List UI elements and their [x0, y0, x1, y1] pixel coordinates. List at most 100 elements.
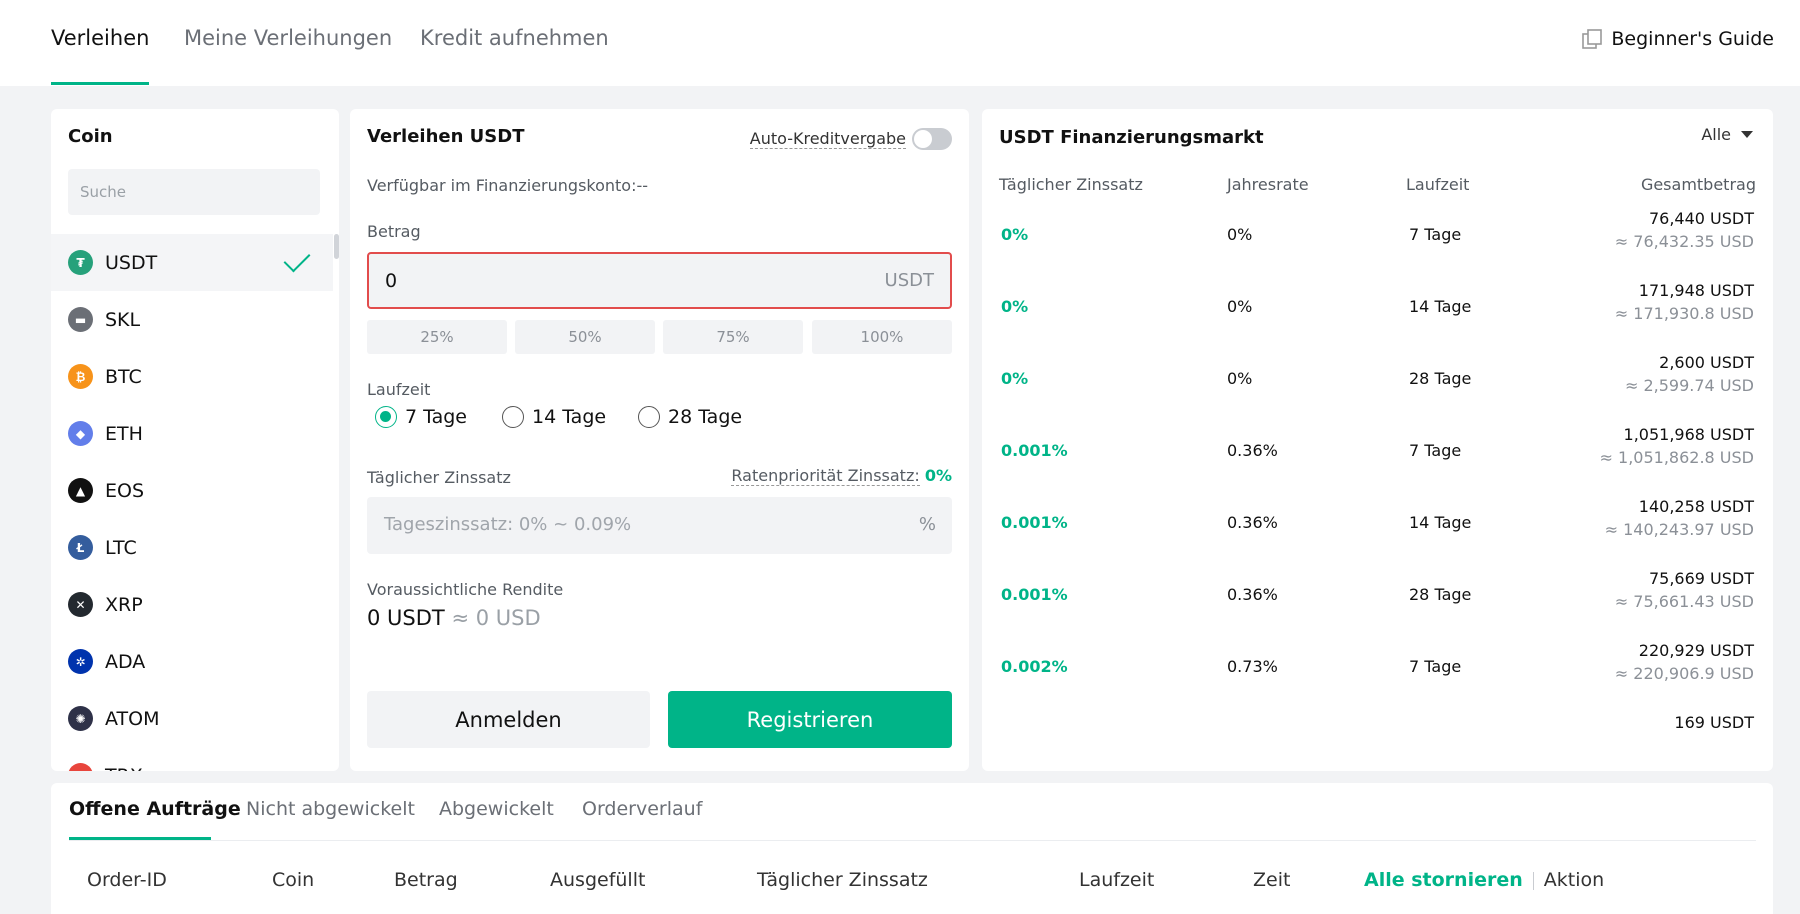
col-action: Aktion: [1543, 869, 1605, 891]
percent-75-button[interactable]: 75%: [663, 320, 803, 354]
market-row[interactable]: 0% 0% 28 Tage 2,600 USDT ≈ 2,599.74 USD: [982, 353, 1773, 425]
market-term: 14 Tage: [1409, 297, 1472, 316]
col-daily-rate: Täglicher Zinssatz: [999, 175, 1143, 194]
tab-order-history[interactable]: Orderverlauf: [582, 798, 702, 820]
market-amount: 169 USDT: [1674, 713, 1754, 731]
coin-item-ada[interactable]: ✲ ADA: [51, 633, 333, 690]
daily-rate-input[interactable]: Tageszinssatz: 0% ~ 0.09% %: [367, 497, 952, 554]
market-amount-usd: ≈ 76,432.35 USD: [1614, 232, 1754, 251]
orders-actions: Alle stornieren Aktion: [1364, 869, 1604, 891]
coin-name: XRP: [105, 593, 143, 616]
market-daily-rate: 0%: [1001, 297, 1029, 316]
auto-lending-label: Auto-Kreditvergabe: [749, 129, 906, 149]
financing-market-panel: USDT Finanzierungsmarkt Alle Täglicher Z…: [982, 109, 1773, 771]
col-coin: Coin: [272, 869, 315, 891]
top-nav: Verleihen Meine Verleihungen Kredit aufn…: [0, 0, 1800, 86]
market-row[interactable]: 0.001% 0.36% 14 Tage 140,258 USDT ≈ 140,243.…: [982, 497, 1773, 569]
ltc-coin-icon: Ł: [68, 535, 93, 560]
market-daily-rate: 0%: [1001, 225, 1029, 244]
daily-rate-placeholder: Tageszinssatz: 0% ~ 0.09%: [384, 514, 632, 535]
tab-unsettled[interactable]: Nicht abgewickelt: [246, 798, 415, 820]
radio-icon: [638, 406, 660, 428]
tab-borrow[interactable]: Kredit aufnehmen: [420, 26, 609, 50]
coin-item-atom[interactable]: ✺ ATOM: [51, 690, 333, 747]
percent-50-button[interactable]: 50%: [515, 320, 655, 354]
amount-input[interactable]: 0 USDT: [367, 252, 952, 309]
coin-item-xrp[interactable]: ✕ XRP: [51, 576, 333, 633]
copy-icon: [1581, 28, 1603, 50]
market-rows: 0% 0% 7 Tage 76,440 USDT ≈ 76,432.35 USD 0% 0%…: [982, 209, 1773, 731]
coin-item-btc[interactable]: ₿ BTC: [51, 348, 333, 405]
rate-priority-value: 0%: [924, 466, 952, 485]
market-row[interactable]: 0% 0% 14 Tage 171,948 USDT ≈ 171,930.8 USD: [982, 281, 1773, 353]
auto-lending-toggle[interactable]: [912, 128, 952, 150]
term-option-label: 28 Tage: [668, 406, 743, 428]
checkmark-icon: [283, 245, 311, 273]
col-time: Zeit: [1253, 869, 1291, 891]
toggle-knob: [914, 130, 932, 148]
market-annual-rate: 0.36%: [1227, 441, 1278, 460]
market-annual-rate: 0%: [1227, 225, 1253, 244]
lend-form-panel: Verleihen USDT Auto-Kreditvergabe Verfüg…: [350, 109, 969, 771]
register-button[interactable]: Registrieren: [668, 691, 952, 748]
available-balance: Verfügbar im Finanzierungskonto:--: [367, 176, 649, 195]
term-label: Laufzeit: [367, 380, 431, 399]
coin-item-trx[interactable]: ▼ TRX: [51, 747, 333, 771]
coin-item-skl[interactable]: ▬ SKL: [51, 291, 333, 348]
usdt-coin-icon: ₮: [68, 250, 93, 275]
tab-my-lendings[interactable]: Meine Verleihungen: [184, 26, 392, 50]
market-amount: 1,051,968 USDT: [1623, 425, 1754, 444]
term-option-label: 14 Tage: [532, 406, 607, 428]
term-option-7[interactable]: 7 Tage: [375, 406, 467, 428]
expected-return: 0 USDT ≈ 0 USD: [367, 606, 541, 630]
expected-return-value: 0 USDT: [367, 606, 445, 630]
market-row[interactable]: 0.002% 0.73% 7 Tage 220,929 USDT ≈ 220,906.9…: [982, 641, 1773, 713]
term-option-14[interactable]: 14 Tage: [502, 406, 606, 428]
coin-item-ltc[interactable]: Ł LTC: [51, 519, 333, 576]
coin-item-eos[interactable]: ▲ EOS: [51, 462, 333, 519]
percent-25-button[interactable]: 25%: [367, 320, 507, 354]
col-total-amount: Gesamtbetrag: [1640, 175, 1756, 194]
login-button[interactable]: Anmelden: [367, 691, 650, 748]
tab-open-orders[interactable]: Offene Aufträge: [69, 798, 241, 820]
market-row[interactable]: 0% 0% 7 Tage 76,440 USDT ≈ 76,432.35 USD: [982, 209, 1773, 281]
market-filter-dropdown[interactable]: Alle: [1701, 125, 1753, 144]
market-amount-usd: ≈ 1,051,862.8 USD: [1599, 448, 1754, 467]
tab-lend[interactable]: Verleihen: [51, 26, 149, 50]
market-term: 14 Tage: [1409, 513, 1472, 532]
skl-coin-icon: ▬: [68, 307, 93, 332]
coin-search-input[interactable]: [68, 169, 320, 215]
coin-name: ATOM: [105, 707, 160, 730]
market-row[interactable]: 0.001% 0.36% 7 Tage 1,051,968 USDT ≈ 1,051,8…: [982, 425, 1773, 497]
beginners-guide-link[interactable]: Beginner's Guide: [1581, 28, 1774, 50]
cancel-all-button[interactable]: Alle stornieren: [1364, 869, 1523, 891]
market-row[interactable]: 0.001% 0.36% 28 Tage 75,669 USDT ≈ 75,661.43…: [982, 569, 1773, 641]
market-annual-rate: 0%: [1227, 297, 1253, 316]
coin-list-scrollbar[interactable]: [334, 234, 339, 259]
market-amount: 140,258 USDT: [1638, 497, 1754, 516]
market-term: 28 Tage: [1409, 369, 1472, 388]
coin-name: BTC: [105, 365, 142, 388]
coin-item-usdt[interactable]: ₮ USDT: [51, 234, 333, 291]
market-amount-usd: ≈ 171,930.8 USD: [1614, 304, 1754, 323]
coin-item-eth[interactable]: ◆ ETH: [51, 405, 333, 462]
coin-list: ₮ USDT ▬ SKL ₿ BTC ◆ ETH ▲ EOS Ł LTC ✕ XRP ✲ ADA ✺ ATOM ▼ T…: [51, 234, 333, 771]
market-daily-rate: 0.001%: [1001, 441, 1068, 460]
expected-return-label: Voraussichtliche Rendite: [367, 580, 564, 599]
expected-return-usd: ≈ 0 USD: [451, 606, 541, 630]
coin-name: EOS: [105, 479, 145, 502]
market-daily-rate: 0.001%: [1001, 585, 1068, 604]
term-option-28[interactable]: 28 Tage: [638, 406, 742, 428]
market-term: 7 Tage: [1409, 657, 1462, 676]
market-row[interactable]: 169 USDT: [982, 713, 1773, 731]
coin-name: SKL: [105, 308, 141, 331]
market-term: 28 Tage: [1409, 585, 1472, 604]
btc-coin-icon: ₿: [68, 364, 93, 389]
xrp-coin-icon: ✕: [68, 592, 93, 617]
beginners-guide-label: Beginner's Guide: [1611, 28, 1774, 50]
market-annual-rate: 0.36%: [1227, 585, 1278, 604]
tab-settled[interactable]: Abgewickelt: [439, 798, 554, 820]
market-daily-rate: 0.001%: [1001, 513, 1068, 532]
percent-100-button[interactable]: 100%: [812, 320, 952, 354]
market-annual-rate: 0.73%: [1227, 657, 1278, 676]
